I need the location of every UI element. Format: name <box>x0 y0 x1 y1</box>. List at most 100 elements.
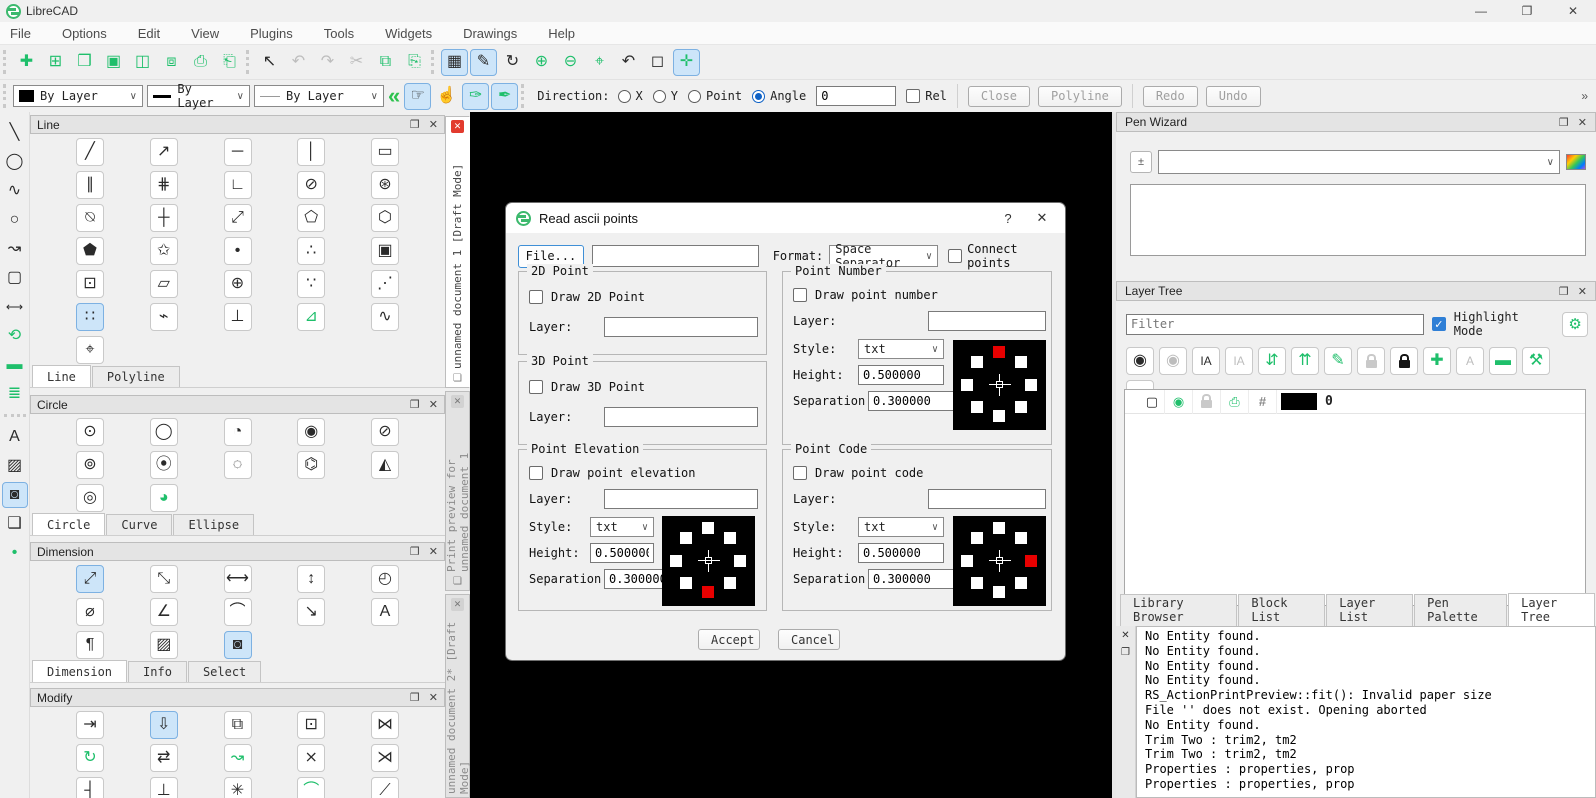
close-panel-icon[interactable]: ✕ <box>1578 285 1587 298</box>
mtext-button[interactable]: ¶ <box>76 631 104 659</box>
star-button[interactable]: ✩ <box>150 237 178 265</box>
line-horizontal-button[interactable]: ─ <box>224 138 252 166</box>
layer-3d-input[interactable] <box>604 407 758 427</box>
doc-tab-unnamed-1[interactable]: ✕ unnamed document 1 [Draft Mode] ❏ <box>445 116 470 388</box>
draw-3d-point-checkbox[interactable] <box>529 380 543 394</box>
circle-center-point-button[interactable]: ⊙ <box>76 418 104 446</box>
dim-leader-button[interactable]: ↘ <box>297 598 325 626</box>
layer-elevation-input[interactable] <box>604 489 758 509</box>
selected-position-marker[interactable] <box>702 586 714 598</box>
connect-points-checkbox[interactable] <box>948 249 962 263</box>
modify-rotate-button[interactable]: ↻ <box>76 744 104 772</box>
points-spray-button[interactable]: ⋰ <box>371 270 399 298</box>
modify-move-button[interactable]: ⇥ <box>76 711 104 739</box>
circle-concentric-button[interactable]: ◎ <box>76 484 104 512</box>
modify-lengthen-button[interactable]: ┤ <box>76 777 104 798</box>
hide-all-layers-button[interactable]: ◉ <box>1159 347 1187 375</box>
tab-library-browser[interactable]: Library Browser <box>1120 594 1237 626</box>
menu-widgets[interactable]: Widgets <box>383 24 434 43</box>
dialog-close-button[interactable]: ✕ <box>1029 210 1055 226</box>
line-vertical-button[interactable]: │ <box>297 138 325 166</box>
snap-free-button[interactable]: ☞ <box>404 83 431 110</box>
menu-options[interactable]: Options <box>60 24 109 43</box>
height-code-input[interactable] <box>858 543 944 563</box>
show-layer-text-button[interactable]: IA <box>1192 347 1220 375</box>
paste-button[interactable]: ⎘ <box>401 49 428 76</box>
point-tool-button[interactable]: • <box>2 540 28 566</box>
rectangle-button[interactable]: ▭ <box>371 138 399 166</box>
unlock-all-layers-button[interactable] <box>1357 347 1385 375</box>
close-panel-icon[interactable]: ✕ <box>429 691 438 704</box>
modify-move-copy-button[interactable]: ⇄ <box>150 744 178 772</box>
tab-dimension[interactable]: Dimension <box>32 660 127 682</box>
point-lattice-button[interactable]: ⌖ <box>76 336 104 364</box>
close-action-button[interactable]: Close <box>968 86 1030 107</box>
separation-elevation-input[interactable] <box>604 569 668 589</box>
layer-visible-icon[interactable]: ◉ <box>1165 390 1193 414</box>
accept-button[interactable]: Accept <box>698 629 760 650</box>
line-two-points-button[interactable]: ╱ <box>76 138 104 166</box>
layer-2d-input[interactable] <box>604 317 758 337</box>
tab-pen-palette[interactable]: Pen Palette <box>1414 594 1507 626</box>
position-marker[interactable] <box>1025 379 1037 391</box>
polygon-center-corner-button[interactable]: ⬠ <box>297 204 325 232</box>
tab-line[interactable]: Line <box>32 365 91 387</box>
toolbar-overflow-button[interactable]: » <box>1581 89 1588 103</box>
doc-tab-unnamed-2[interactable]: ✕ unnamed document 2* [Draft Mode] <box>445 594 470 798</box>
close-button[interactable]: ✕ <box>1550 0 1596 22</box>
style-number-combobox[interactable]: txt ∨ <box>858 339 944 359</box>
rect-with-point-button[interactable]: ▣ <box>371 237 399 265</box>
width-combobox[interactable]: By Layer ∨ <box>147 85 250 107</box>
copy-button[interactable]: ⧉ <box>372 49 399 76</box>
save-button[interactable]: ▣ <box>100 49 127 76</box>
undo-action-button[interactable]: Undo <box>1206 86 1261 107</box>
points-multiple-button[interactable]: ∴ <box>297 237 325 265</box>
redo-action-button[interactable]: Redo <box>1143 86 1198 107</box>
file-path-input[interactable] <box>592 245 759 267</box>
float-panel-icon[interactable]: ❐ <box>410 691 420 704</box>
menu-file[interactable]: File <box>8 24 33 43</box>
draft-mode-button[interactable]: ✎ <box>470 49 497 76</box>
dim-horizontal-button[interactable]: ⟷ <box>224 565 252 593</box>
polygon-two-corners-button[interactable]: ⬟ <box>76 237 104 265</box>
position-marker[interactable] <box>724 577 736 589</box>
tab-ellipse[interactable]: Ellipse <box>173 514 254 535</box>
position-marker[interactable] <box>993 410 1005 422</box>
line-through-point-button[interactable]: ⌁ <box>150 303 178 331</box>
line-tangent-point-circle-button[interactable]: ⊘ <box>297 171 325 199</box>
new-drawing-button[interactable]: ✚ <box>13 49 40 76</box>
modify-tools-button[interactable]: ⟲ <box>2 323 28 349</box>
position-marker[interactable] <box>734 555 746 567</box>
redraw-button[interactable]: ↻ <box>499 49 526 76</box>
layer-list[interactable]: ▢ ◉ ⎙ # 0 <box>1124 389 1586 606</box>
position-marker[interactable] <box>1015 356 1027 368</box>
sort-layers-asc-button[interactable]: ⇵ <box>1258 347 1286 375</box>
order-tools-button[interactable]: ≣ <box>2 381 28 407</box>
line-parallel-through-point-button[interactable]: ⋕ <box>150 171 178 199</box>
direction-radio-x[interactable] <box>618 90 631 103</box>
draw-points-button[interactable]: ∷ <box>76 303 104 331</box>
angle-input[interactable] <box>816 86 896 106</box>
maximize-button[interactable]: ❐ <box>1504 0 1550 22</box>
position-marker[interactable] <box>961 555 973 567</box>
text-tool-button[interactable]: A <box>2 424 28 450</box>
tab-info[interactable]: Info <box>128 661 187 682</box>
menu-tools[interactable]: Tools <box>322 24 356 43</box>
doc-tab-print-preview[interactable]: ✕ Print preview for unnamed document 1 ❏ <box>445 391 470 591</box>
hatch-tool-button[interactable]: ▨ <box>2 453 28 479</box>
circle-by-arc-button[interactable]: ◕ <box>150 484 178 512</box>
separation-code-input[interactable] <box>868 569 954 589</box>
point-single-button[interactable]: • <box>224 237 252 265</box>
spline-tools-button[interactable]: ∿ <box>2 178 28 204</box>
text-button[interactable]: A <box>371 598 399 626</box>
line-angle-button[interactable]: ↗ <box>150 138 178 166</box>
points-chain-button[interactable]: ∵ <box>297 270 325 298</box>
linetype-combobox[interactable]: By Layer ∨ <box>254 85 384 107</box>
position-marker[interactable] <box>1015 532 1027 544</box>
menu-plugins[interactable]: Plugins <box>248 24 295 43</box>
direction-radio-point[interactable] <box>688 90 701 103</box>
modify-round-button[interactable]: ⌒ <box>297 777 325 798</box>
line-angle-triangle-button[interactable]: ⊿ <box>297 303 325 331</box>
toolbar-drag-handle[interactable] <box>3 50 9 74</box>
tab-curve[interactable]: Curve <box>106 514 172 535</box>
